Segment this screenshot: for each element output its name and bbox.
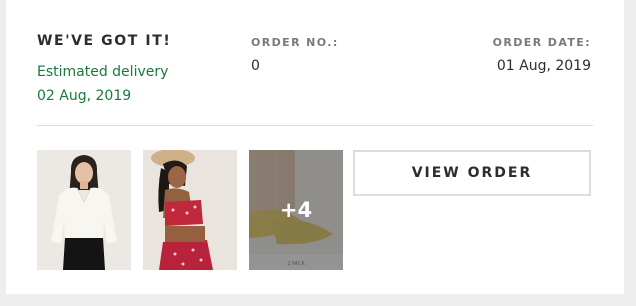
product-thumbnail-2[interactable] (143, 150, 237, 270)
order-number-value: 0 (251, 58, 260, 74)
product-thumbnail-more[interactable]: +4 2 PACK (249, 150, 343, 270)
delivery-label: Estimated delivery (37, 64, 169, 80)
view-order-button[interactable]: VIEW ORDER (353, 150, 591, 196)
divider (37, 125, 593, 126)
product-thumbnail-1[interactable] (37, 150, 131, 270)
order-card: WE'VE GOT IT! Estimated delivery 02 Aug,… (6, 0, 624, 294)
order-number-label: ORDER NO.: (251, 36, 339, 49)
pack-label: 2 PACK (287, 261, 305, 267)
order-status-title: WE'VE GOT IT! (37, 33, 172, 49)
estimated-delivery: Estimated delivery 02 Aug, 2019 (37, 60, 168, 108)
order-date-value: 01 Aug, 2019 (496, 58, 591, 74)
order-date-label: ORDER DATE: (492, 36, 591, 49)
delivery-date: 02 Aug, 2019 (37, 88, 132, 104)
more-items-count: +4 (279, 198, 313, 222)
product-image-white-sweater (37, 150, 131, 270)
product-image-red-floral-set (143, 150, 237, 270)
more-items-overlay: +4 (249, 150, 343, 270)
